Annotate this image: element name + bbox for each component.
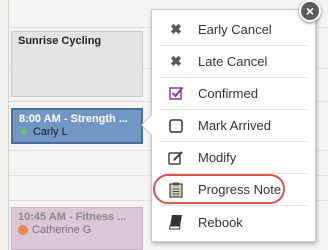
close-icon: ×	[305, 3, 315, 19]
event-title: Sunrise Cycling	[18, 35, 102, 47]
x-icon: ✖	[170, 21, 182, 37]
menu-item-label: Rebook	[198, 214, 243, 230]
menu-item-confirmed[interactable]: Confirmed	[160, 78, 307, 110]
menu-item-late-cancel[interactable]: ✖ Late Cancel	[160, 46, 307, 78]
close-button[interactable]: ×	[299, 0, 321, 22]
checkbox-checked-icon	[168, 86, 184, 102]
menu-item-mark-arrived[interactable]: Mark Arrived	[160, 110, 307, 142]
star-icon: ★	[19, 125, 29, 138]
menu-item-rebook[interactable]: Rebook	[160, 206, 307, 238]
popup-pointer	[142, 115, 152, 135]
event-title: 10:45 AM - Fitness ...	[18, 211, 127, 223]
menu-item-label: Mark Arrived	[198, 118, 271, 133]
edit-icon	[168, 150, 184, 166]
event-fitness[interactable]: 10:45 AM - Fitness ... Catherine G	[11, 207, 143, 250]
status-dot-icon	[18, 225, 28, 235]
time-gutter	[0, 0, 9, 250]
menu-item-early-cancel[interactable]: ✖ Early Cancel	[160, 14, 307, 46]
event-sunrise-cycling[interactable]: Sunrise Cycling	[11, 31, 143, 97]
menu-item-modify[interactable]: Modify	[160, 142, 307, 174]
event-attendee: ★ Carly L	[19, 126, 135, 138]
appointment-action-popup: ✖ Early Cancel ✖ Late Cancel Confirmed M…	[151, 9, 316, 242]
menu-item-label: Confirmed	[198, 86, 258, 101]
event-attendee: Catherine G	[18, 224, 136, 236]
checkbox-empty-icon	[168, 118, 184, 134]
event-strength[interactable]: 8:00 AM - Strength ... ★ Carly L	[11, 108, 143, 144]
book-icon	[168, 214, 184, 230]
highlight-ring	[153, 174, 285, 204]
event-title: 8:00 AM - Strength ...	[19, 113, 128, 125]
x-icon: ✖	[170, 53, 182, 69]
attendee-name: Carly L	[32, 126, 68, 138]
attendee-name: Catherine G	[32, 224, 92, 236]
menu-item-label: Modify	[198, 150, 237, 165]
menu-item-label: Late Cancel	[198, 54, 268, 69]
menu-item-label: Early Cancel	[198, 22, 272, 37]
